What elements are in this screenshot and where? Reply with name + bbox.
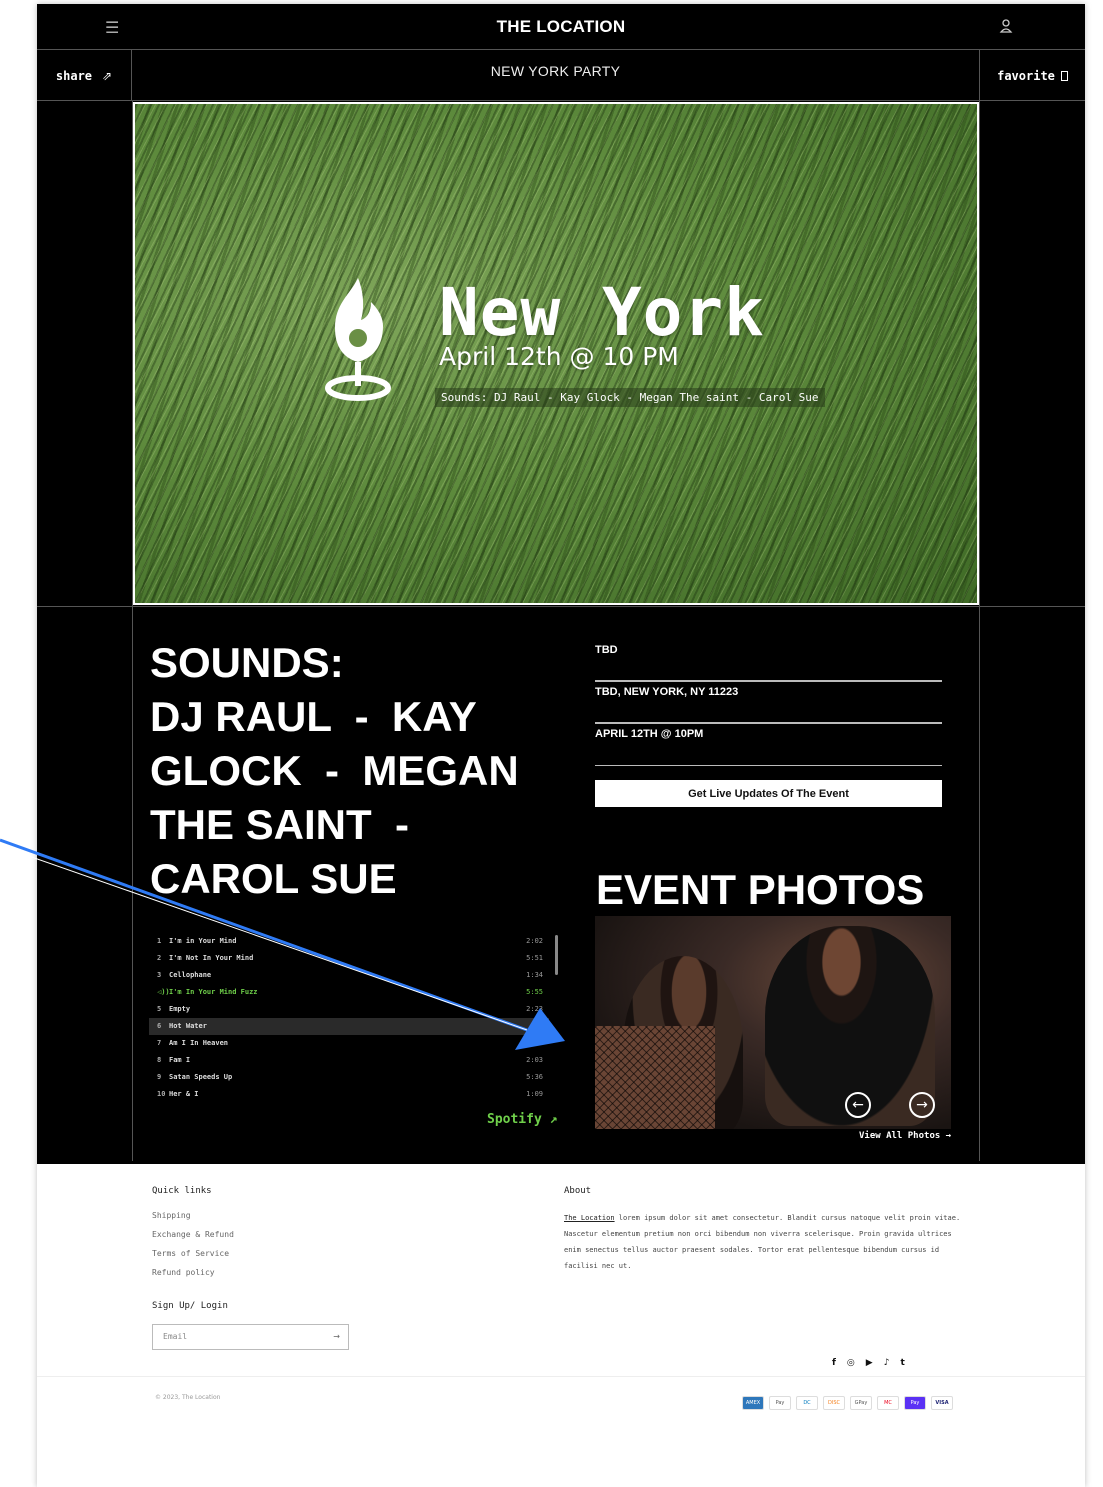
- email-field[interactable]: Email →: [152, 1324, 349, 1350]
- footer-divider: [37, 1376, 1085, 1377]
- divider-hero-bottom: [37, 606, 1085, 607]
- top-bar: ☰ THE LOCATION: [37, 4, 1085, 50]
- hero-date: April 12th @ 10 PM: [439, 342, 679, 371]
- page: ☰ THE LOCATION share ⇗ NEW YORK PARTY fa…: [37, 4, 1085, 1487]
- arrow-right-icon[interactable]: →: [333, 1325, 340, 1349]
- footer-link[interactable]: Shipping: [152, 1211, 191, 1220]
- tiktok-icon[interactable]: ♪: [884, 1358, 890, 1368]
- sounds-line: SOUNDS:: [150, 639, 344, 686]
- track-row[interactable]: 2 I'm Not In Your Mind 5:51: [149, 950, 549, 967]
- visa-icon: VISA: [931, 1396, 953, 1410]
- mastercard-icon: MC: [877, 1396, 899, 1410]
- speaker-icon: ◁)): [157, 988, 170, 996]
- sounds-heading: SOUNDS: DJ RAUL - KAY GLOCK - MEGAN THE …: [150, 636, 560, 906]
- divider-right: [979, 101, 980, 1161]
- track-list: 1 I'm in Your Mind 2:02 2 I'm Not In Your M…: [149, 933, 549, 1103]
- facebook-icon[interactable]: f: [832, 1358, 836, 1368]
- footer-link[interactable]: Exchange & Refund: [152, 1230, 234, 1239]
- track-list-scrollbar[interactable]: [555, 935, 558, 975]
- favorite-label: favorite: [997, 68, 1055, 83]
- site-title[interactable]: THE LOCATION: [497, 17, 626, 37]
- track-row[interactable]: 8 Fam I 2:03: [149, 1052, 549, 1069]
- about-body: lorem ipsum dolor sit amet consectetur. …: [564, 1214, 961, 1270]
- track-row[interactable]: 5 Empty 2:23: [149, 1001, 549, 1018]
- track-row-hover[interactable]: 6 Hot Water: [149, 1018, 549, 1035]
- track-row-playing[interactable]: ◁))I'm In Your Mind Fuzz 5:55: [149, 984, 549, 1001]
- bookmark-icon: [1060, 70, 1068, 81]
- footer-link[interactable]: Terms of Service: [152, 1249, 229, 1258]
- page-subtitle: NEW YORK PARTY: [490, 63, 621, 79]
- sounds-line: CAROL SUE: [150, 855, 397, 902]
- favorite-button[interactable]: favorite: [979, 50, 1085, 101]
- sounds-line: GLOCK - MEGAN: [150, 747, 519, 794]
- flame-pin-icon: [325, 278, 391, 401]
- divider-left: [132, 101, 133, 1161]
- prev-photo-button[interactable]: ←: [845, 1092, 871, 1118]
- spotify-link[interactable]: Spotify ↗: [487, 1112, 557, 1127]
- quick-links-title: Quick links: [152, 1186, 212, 1196]
- share-label: share: [55, 68, 93, 83]
- hero-city: New York: [439, 274, 765, 351]
- email-placeholder: Email: [163, 1332, 188, 1341]
- hero-banner: New York April 12th @ 10 PM Sounds: DJ R…: [133, 102, 979, 605]
- sub-bar: share ⇗ NEW YORK PARTY favorite: [37, 50, 1085, 101]
- payment-icons: AMEX Pay DC DISC GPay MC Pay VISA: [742, 1396, 953, 1410]
- event-photos-title: EVENT PHOTOS: [596, 866, 925, 913]
- youtube-icon[interactable]: ▶: [866, 1358, 873, 1368]
- venue-row: TBD: [595, 640, 942, 682]
- google-pay-icon: GPay: [850, 1396, 872, 1410]
- sounds-line: DJ RAUL - KAY: [150, 693, 477, 740]
- footer: Quick links Shipping Exchange & Refund T…: [37, 1164, 1085, 1487]
- discover-icon: DISC: [823, 1396, 845, 1410]
- share-icon: ⇗: [102, 68, 113, 83]
- track-row[interactable]: 7 Am I In Heaven: [149, 1035, 549, 1052]
- live-updates-button[interactable]: Get Live Updates Of The Event: [595, 780, 942, 807]
- datetime-row: APRIL 12TH @ 10PM: [595, 724, 942, 766]
- event-info: TBD TBD, NEW YORK, NY 11223 APRIL 12TH @…: [595, 640, 942, 807]
- event-photo: ← →: [595, 916, 951, 1129]
- hamburger-icon[interactable]: ☰: [105, 18, 119, 37]
- copyright: © 2023, The Location: [155, 1394, 221, 1401]
- next-photo-button[interactable]: →: [909, 1092, 935, 1118]
- instagram-icon[interactable]: ◎: [847, 1358, 855, 1368]
- track-row[interactable]: 10 Her & I 1:09: [149, 1086, 549, 1103]
- photo-figure: [595, 1026, 715, 1129]
- user-icon[interactable]: [999, 18, 1013, 34]
- track-row[interactable]: 9 Satan Speeds Up 5:36: [149, 1069, 549, 1086]
- address-row: TBD, NEW YORK, NY 11223: [595, 682, 942, 724]
- about-link[interactable]: The Location: [564, 1214, 615, 1222]
- footer-link[interactable]: Refund policy: [152, 1268, 215, 1277]
- shop-pay-icon: Pay: [904, 1396, 926, 1410]
- diners-club-icon: DC: [796, 1396, 818, 1410]
- amex-icon: AMEX: [742, 1396, 764, 1410]
- apple-pay-icon: Pay: [769, 1396, 791, 1410]
- track-row[interactable]: 1 I'm in Your Mind 2:02: [149, 933, 549, 950]
- about-title: About: [564, 1186, 592, 1196]
- social-links: f ◎ ▶ ♪ t: [832, 1358, 905, 1368]
- view-all-photos-link[interactable]: View All Photos →: [859, 1131, 951, 1141]
- track-row[interactable]: 3 Cellophane 1:34: [149, 967, 549, 984]
- share-button[interactable]: share ⇗: [37, 50, 132, 101]
- about-text: The Location lorem ipsum dolor sit amet …: [564, 1210, 964, 1274]
- hero-lineup: Sounds: DJ Raul - Kay Glock - Megan The …: [435, 388, 825, 407]
- sounds-line: THE SAINT -: [150, 801, 409, 848]
- twitter-icon[interactable]: t: [900, 1358, 904, 1368]
- signup-title: Sign Up/ Login: [152, 1301, 228, 1311]
